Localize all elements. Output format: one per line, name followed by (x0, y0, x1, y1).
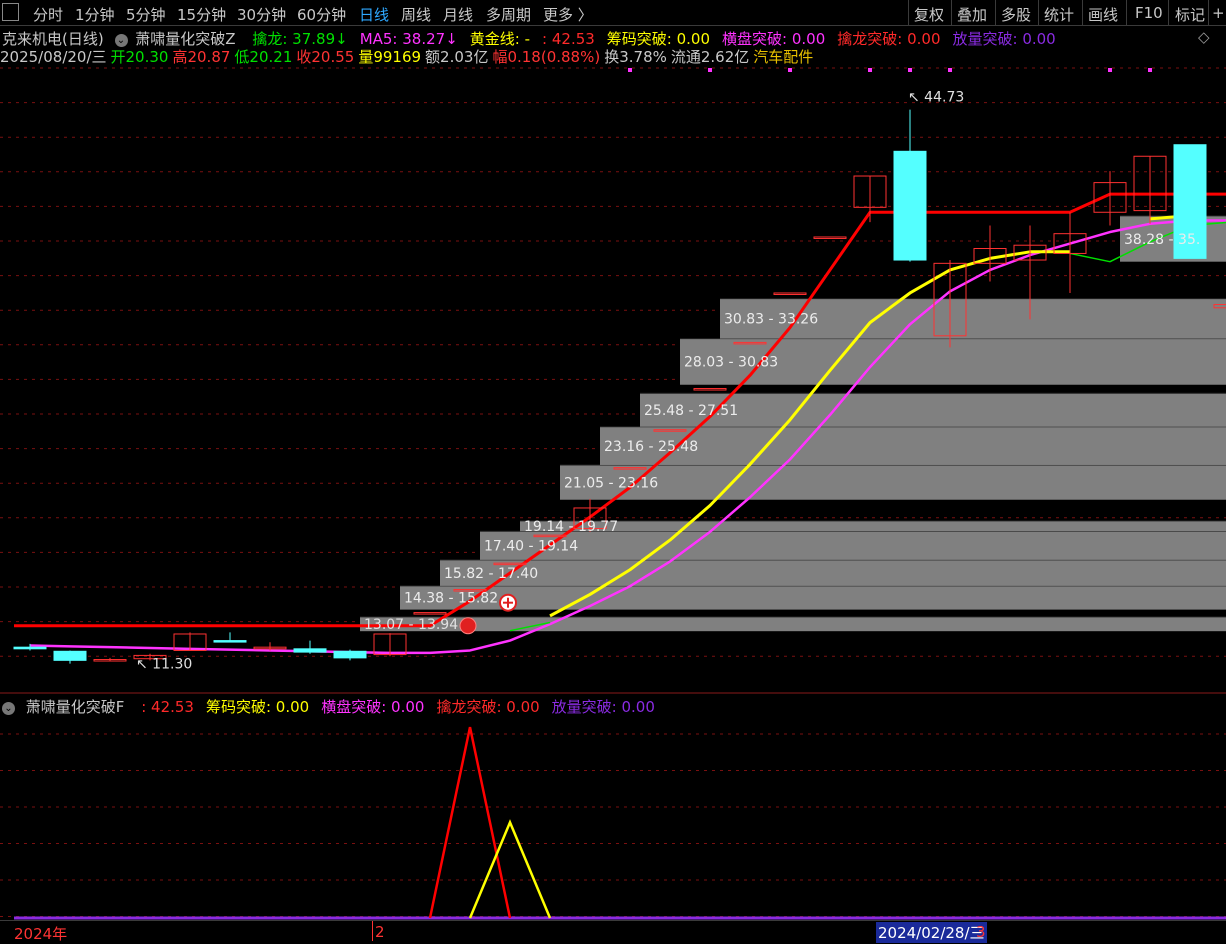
chip-zone-label: 30.83 - 33.26 (724, 312, 818, 328)
signal-dot (708, 68, 712, 72)
price-annotation: ↖ 44.73 (908, 90, 964, 106)
chip-zone-label: 25.48 - 27.51 (644, 403, 738, 419)
candle-body (293, 648, 327, 653)
chip-zone-label: 21.05 - 23.16 (564, 475, 658, 491)
candle-body (213, 640, 247, 643)
signal-dot (788, 68, 792, 72)
axis-month-label: 2 (375, 923, 385, 941)
signal-dot (948, 68, 952, 72)
sub-red-peak (428, 726, 512, 919)
candle-body (693, 388, 727, 391)
chip-zone (400, 585, 1226, 610)
chip-zone-label: 28.03 - 30.83 (684, 355, 778, 371)
chip-zone-label: 14.38 - 15.82 (404, 591, 498, 607)
price-chart[interactable]: 13.07 - 13.94 14.38 - 15.82 15.82 - 17.40 1… (0, 0, 1226, 940)
candle-body (813, 236, 847, 239)
candle-body (13, 646, 47, 650)
axis-divider (372, 921, 373, 941)
signal-dot (1108, 68, 1112, 72)
chip-zone (520, 520, 1226, 532)
axis-year-label: 2024年 (14, 925, 68, 943)
candle-body (893, 150, 927, 261)
chip-zone-label: 15.82 - 17.40 (444, 566, 538, 582)
chip-zone-label: 17.40 - 19.14 (484, 539, 578, 555)
chip-zone-label: 13.07 - 13.94 (364, 617, 458, 633)
chip-zone (360, 616, 1226, 632)
candle-body (773, 292, 807, 295)
signal-dot (868, 68, 872, 72)
chip-zone-label: 23.16 - 25.48 (604, 439, 698, 455)
candle-body (53, 650, 87, 661)
axis-suffix-label: 3 (976, 923, 986, 941)
candle-body (333, 650, 367, 659)
price-annotation: ↖ 11.30 (136, 656, 192, 672)
chip-zone (480, 531, 1226, 560)
chip-zone (560, 464, 1226, 500)
chip-zone-label: 38.28 - 35. (1124, 232, 1200, 248)
chip-zone (440, 559, 1226, 586)
sub-yellow-peak (468, 819, 552, 919)
signal-dot (628, 68, 632, 72)
signal-dot (908, 68, 912, 72)
candle-body (413, 612, 447, 615)
circle-marker-icon (459, 617, 477, 635)
signal-dot (1148, 68, 1152, 72)
time-axis: 2024年 2 2024/02/28/三 3 (0, 920, 1226, 943)
chip-zone-label: 19.14 - 19.77 (524, 519, 618, 535)
